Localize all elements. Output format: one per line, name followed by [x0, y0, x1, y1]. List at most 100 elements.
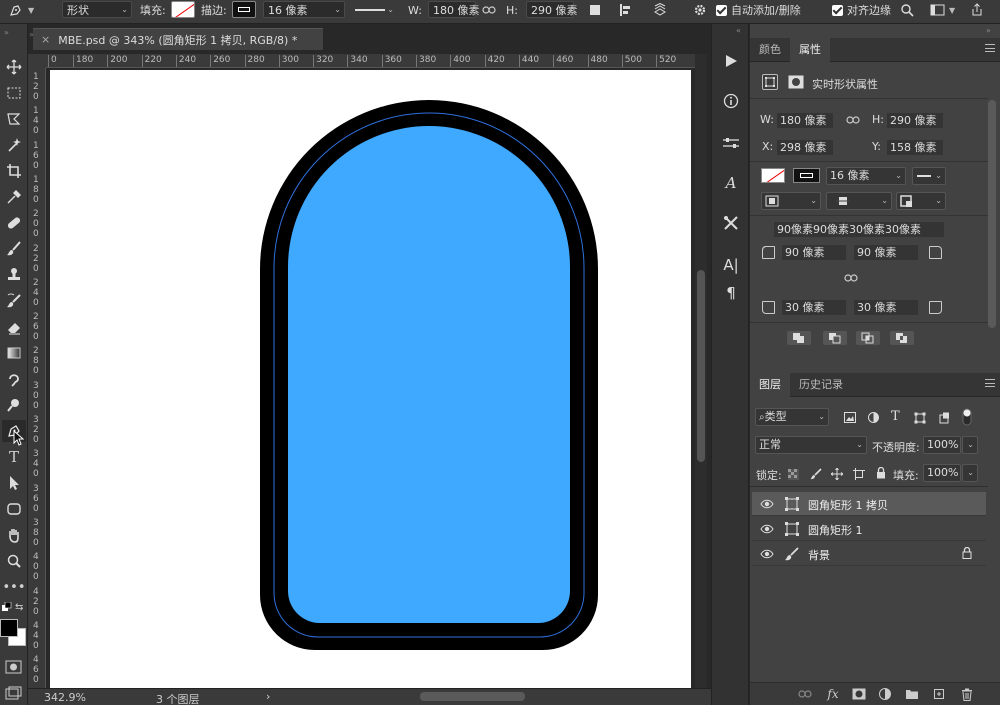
eye-icon[interactable] — [760, 548, 774, 560]
lock-pixels-icon[interactable] — [810, 468, 822, 483]
character-panel-icon[interactable]: A| — [720, 254, 742, 276]
stroke-width-field[interactable]: 16 像素 ⌄ — [263, 1, 345, 18]
close-icon[interactable]: × — [41, 33, 50, 46]
filter-shape-icon[interactable] — [914, 412, 926, 427]
rectangle-tool-icon[interactable] — [2, 498, 26, 520]
more-tools-icon[interactable]: ••• — [2, 576, 26, 598]
corner-bottom-left-field[interactable]: 30 像素 — [782, 300, 846, 315]
gear-icon[interactable] — [693, 0, 707, 20]
adjustment-layer-icon[interactable] — [878, 687, 892, 701]
stroke-corners-select[interactable]: ⌄ — [896, 192, 946, 210]
panel-menu-icon[interactable] — [985, 379, 995, 387]
height-field[interactable]: 290 像素 — [526, 1, 578, 18]
move-tool-icon[interactable] — [2, 56, 26, 78]
collapse-arrows-icon[interactable]: » — [4, 28, 9, 37]
prop-fill-swatch[interactable] — [761, 168, 785, 183]
lock-artboard-icon[interactable] — [853, 468, 865, 483]
blend-mode-select[interactable]: 正常 ⌄ — [755, 436, 867, 454]
filter-type-icon[interactable]: T — [891, 409, 900, 424]
stroke-align-select[interactable]: ⌄ — [761, 192, 821, 210]
foreground-color-swatch[interactable] — [0, 619, 18, 637]
folder-icon[interactable] — [905, 687, 919, 701]
eraser-tool-icon[interactable] — [2, 316, 26, 338]
tab-color[interactable]: 颜色 — [750, 38, 790, 62]
fill-swatch[interactable] — [171, 1, 195, 18]
intersect-shapes-button[interactable] — [856, 331, 880, 345]
canvas[interactable] — [50, 70, 691, 688]
vertical-scroll-thumb[interactable] — [697, 270, 705, 462]
filter-toggle-switch[interactable] — [962, 408, 972, 429]
collapse-arrows-icon[interactable]: » — [986, 26, 991, 35]
layer-row[interactable]: 圆角矩形 1 — [752, 517, 986, 541]
add-mask-icon[interactable] — [852, 687, 866, 701]
fill-opacity-field[interactable]: 100% — [923, 464, 961, 482]
default-colors-icon[interactable] — [2, 601, 12, 612]
horizontal-scroll-thumb[interactable] — [420, 692, 525, 701]
shape-properties-icon[interactable] — [762, 74, 778, 90]
fill-opacity-dropdown[interactable]: ⌄ — [962, 464, 978, 482]
tab-history[interactable]: 历史记录 — [790, 373, 852, 397]
zoom-level[interactable]: 342.9% — [44, 691, 86, 704]
filter-pixel-icon[interactable] — [844, 412, 856, 426]
gradient-tool-icon[interactable] — [2, 342, 26, 364]
info-icon[interactable] — [720, 90, 742, 112]
path-alignment-icon[interactable] — [618, 0, 632, 20]
link-icon[interactable] — [846, 115, 860, 128]
corner-bottom-right-field[interactable]: 30 像素 — [854, 300, 918, 315]
prop-x-field[interactable]: 298 像素 — [777, 140, 833, 155]
vertical-ruler[interactable]: 120 140 160 180 200 220 240 260 280 300 320 340 360 3… — [28, 68, 46, 688]
auto-add-delete-checkbox[interactable]: 自动添加/删除 — [716, 0, 801, 20]
prop-stroke-type-select[interactable]: ⌄ — [912, 167, 946, 185]
mask-properties-icon[interactable] — [788, 75, 804, 89]
workspace-icon[interactable]: ▼ — [930, 0, 955, 20]
opacity-field[interactable]: 100% — [923, 436, 961, 454]
new-layer-icon[interactable] — [932, 687, 946, 701]
marquee-tool-icon[interactable] — [2, 82, 26, 104]
ruler-origin[interactable] — [28, 54, 46, 68]
brush-tool-icon[interactable] — [2, 238, 26, 260]
screen-mode-icon[interactable] — [5, 686, 22, 700]
corner-top-left-field[interactable]: 90 像素 — [782, 245, 846, 260]
pen-tool-preset-icon[interactable]: ▼ — [8, 0, 34, 20]
collapse-arrows-icon[interactable]: « — [736, 26, 741, 35]
combine-shapes-button[interactable] — [787, 331, 811, 345]
rounded-rectangle-shape[interactable] — [50, 70, 691, 688]
search-icon[interactable] — [900, 0, 914, 20]
eye-icon[interactable] — [760, 498, 774, 510]
blur-tool-icon[interactable] — [2, 368, 26, 390]
lock-position-icon[interactable] — [830, 467, 844, 483]
lasso-tool-icon[interactable] — [2, 108, 26, 130]
play-actions-icon[interactable] — [720, 50, 742, 72]
properties-scrollbar[interactable] — [988, 100, 996, 328]
prop-width-field[interactable]: 180 像素 — [777, 113, 833, 128]
quick-mask-icon[interactable] — [5, 660, 22, 674]
path-operations-icon[interactable] — [588, 0, 602, 20]
type-tool-icon[interactable]: T — [2, 446, 26, 468]
opacity-dropdown[interactable]: ⌄ — [962, 436, 978, 454]
width-field[interactable]: 180 像素 — [428, 1, 480, 18]
collapse-arrows-icon[interactable]: » — [29, 30, 34, 39]
layer-row[interactable]: 背景 — [752, 542, 986, 566]
filter-smart-object-icon[interactable] — [938, 412, 950, 427]
corner-top-right-field[interactable]: 90 像素 — [854, 245, 918, 260]
link-corners-icon[interactable] — [844, 273, 858, 286]
subtract-shapes-button[interactable] — [823, 331, 847, 345]
swap-colors-icon[interactable]: ⇆ — [15, 602, 23, 613]
path-arrangement-icon[interactable] — [652, 0, 668, 20]
layer-filter-select[interactable]: ⌕类型 ⌄ — [755, 408, 829, 426]
history-brush-tool-icon[interactable] — [2, 290, 26, 312]
prop-stroke-swatch[interactable] — [793, 168, 820, 183]
tab-properties[interactable]: 属性 — [790, 38, 830, 62]
panel-menu-icon[interactable] — [985, 44, 995, 52]
eye-icon[interactable] — [760, 523, 774, 535]
stroke-type-select[interactable]: ⌄ — [350, 1, 398, 18]
adjustments-icon[interactable] — [720, 132, 742, 154]
lock-all-icon[interactable] — [876, 466, 886, 482]
share-icon[interactable] — [970, 0, 984, 20]
stamp-tool-icon[interactable] — [2, 264, 26, 286]
exclude-shapes-button[interactable] — [890, 331, 914, 345]
hand-tool-icon[interactable] — [2, 524, 26, 546]
magic-wand-tool-icon[interactable] — [2, 134, 26, 156]
stroke-caps-select[interactable]: ⌄ — [826, 192, 892, 210]
filter-adjustment-icon[interactable] — [868, 412, 879, 426]
